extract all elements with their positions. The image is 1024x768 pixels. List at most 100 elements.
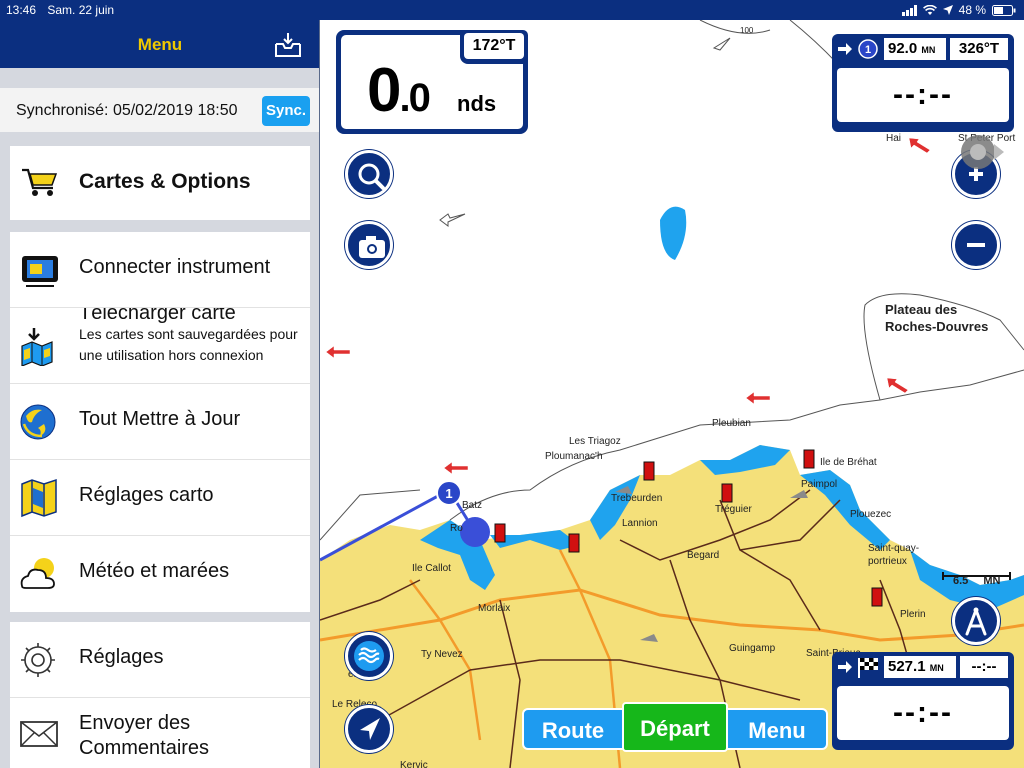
map-label-depth-100: 100 (740, 26, 754, 35)
map-label-plateau-line1: Plateau des (885, 302, 958, 317)
locate-button[interactable] (345, 705, 393, 753)
compass-button[interactable] (952, 597, 1000, 645)
map-label-hai: Hai (886, 133, 902, 144)
menu-item-connect-instrument[interactable]: Connecter instrument (10, 232, 310, 308)
sidebar-header: Menu (0, 20, 319, 68)
route-button[interactable]: Route (522, 708, 624, 750)
navigation-arrow-icon (360, 718, 380, 740)
menu-item-weather-tides[interactable]: Météo et marées (10, 536, 310, 612)
menu-item-label: Envoyer des Commentaires (79, 712, 210, 759)
scale-bar: 6.5 MN (953, 575, 1000, 587)
speed-panel[interactable]: 0.0 nds 172°T (336, 30, 528, 134)
menu-button[interactable]: Menu (726, 708, 828, 750)
sidebar-title: Menu (137, 35, 183, 54)
sync-row: Synchronisé: 05/02/2019 18:50 Sync. (0, 88, 319, 132)
envelope-icon (20, 721, 58, 747)
map-label-ile-de-brehat: Ile de Bréhat (820, 457, 877, 468)
search-button[interactable] (345, 150, 393, 198)
status-time: 13:46 (6, 3, 37, 17)
heading-badge: 172°T (460, 30, 528, 64)
map-label-kervic: Kervic (400, 760, 428, 768)
map-label-les-triagoz: Les Triagoz (569, 436, 621, 447)
menu-item-label: Tout Mettre à Jour (79, 408, 241, 430)
map-label-roscoff-partial: Ro (450, 523, 463, 534)
menu-item-label: Réglages carto (79, 484, 214, 506)
map-label-ty-nevez: Ty Nevez (421, 649, 463, 660)
waypoint-distance: 92.0 MN (884, 38, 946, 60)
bottom-action-bar: Route Départ Menu (522, 702, 828, 752)
sync-button[interactable]: Sync. (262, 96, 310, 126)
cart-icon (22, 168, 58, 196)
sidebar-menu: Menu Synchronisé: 05/02/2019 18:50 Sync.… (0, 20, 320, 768)
location-arrow-icon (942, 5, 953, 15)
menu-item-map-settings[interactable]: Réglages carto (10, 460, 310, 536)
cellular-signal-icon (901, 4, 917, 16)
menu-item-sublabel: Les cartes sont sauvegardées pour une ut… (79, 326, 298, 363)
scale-unit: MN (983, 575, 1001, 587)
waves-logo-icon (354, 641, 384, 671)
media-overlay-icon[interactable] (958, 132, 1008, 172)
depart-button[interactable]: Départ (622, 702, 728, 752)
arrow-right-icon (838, 43, 852, 55)
map-label-treguier: Tréguier (715, 504, 752, 515)
waypoint-nav-panel[interactable]: 1 92.0 MN 326°T --:-- (832, 34, 1014, 132)
menu-item-cartes-options[interactable]: Cartes & Options (10, 146, 310, 220)
layers-button[interactable] (345, 632, 393, 680)
camera-icon (359, 236, 385, 258)
waypoint-eta: --:-- (837, 68, 1009, 122)
map-label-batz: Batz (462, 500, 483, 511)
menu-item-label: Connecter instrument (79, 256, 271, 278)
weather-icon (20, 558, 55, 589)
map-label-begard: Begard (687, 550, 720, 561)
wifi-icon (922, 4, 937, 15)
menu-item-settings[interactable]: Réglages (10, 622, 310, 698)
svg-text:1: 1 (865, 44, 871, 56)
chart-map[interactable]: 1 Plateau des Roches-Douvres Les Triagoz… (320, 20, 1024, 768)
menu-item-download-map[interactable]: Télécharger carte Les cartes sont sauveg… (10, 308, 310, 384)
speed-unit: nds (457, 91, 497, 116)
download-map-icon (21, 328, 53, 366)
waypoint-marker-icon: 1 (858, 39, 878, 59)
camera-button[interactable] (345, 221, 393, 269)
waypoint-bearing: 326°T (950, 38, 1008, 60)
route-eta: --:-- (837, 686, 1009, 740)
gear-icon (21, 643, 55, 677)
secondary-menu-list: Réglages Envoyer des Commentaires (10, 622, 310, 768)
status-bar: 13:46 Sam. 22 juin 48 % (0, 0, 1024, 20)
menu-item-label: Réglages (79, 646, 164, 668)
search-icon (358, 163, 385, 190)
menu-item-label: Télécharger carte (79, 308, 236, 324)
battery-icon (992, 4, 1016, 16)
map-label-ile-callot: Ile Callot (412, 563, 451, 574)
map-label-plouezec: Plouezec (850, 509, 892, 520)
route-nav-panel[interactable]: 527.1 MN --:-- --:-- (832, 652, 1014, 750)
speed-value: 0.0 (367, 56, 431, 125)
map-label-paimpol: Paimpol (801, 479, 838, 490)
update-globe-icon (20, 404, 56, 440)
minus-icon (967, 243, 985, 247)
inbox-download-icon[interactable] (274, 32, 302, 58)
menu-item-send-feedback[interactable]: Envoyer des Commentaires (10, 698, 310, 768)
heading-value: 172°T (464, 33, 524, 59)
sync-status-text: Synchronisé: 05/02/2019 18:50 (16, 102, 238, 119)
route-distance: 527.1 MN (884, 656, 956, 678)
compass-icon (965, 607, 987, 636)
map-label-ploumanach: Ploumanac'h (545, 451, 603, 462)
map-label-guingamp: Guingamp (729, 643, 776, 654)
map-label-lannion: Lannion (622, 518, 658, 529)
map-settings-icon (21, 478, 57, 518)
status-date: Sam. 22 juin (47, 3, 115, 17)
instrument-icon (22, 256, 58, 287)
menu-item-label: Cartes & Options (79, 170, 251, 193)
map-label-morlaix: Morlaix (478, 603, 511, 614)
map-label-trebeurden: Trebeurden (611, 493, 663, 504)
arrow-right-icon (838, 661, 852, 673)
menu-list: Connecter instrument Télécharger carte L… (10, 232, 310, 612)
checkered-flag-icon (858, 658, 878, 678)
map-label-plerin: Plerin (900, 609, 926, 620)
zoom-out-button[interactable] (952, 221, 1000, 269)
menu-item-update-all[interactable]: Tout Mettre à Jour (10, 384, 310, 460)
svg-text:1: 1 (445, 486, 452, 501)
scale-value: 6.5 (953, 575, 969, 587)
route-time: --:-- (960, 656, 1008, 678)
